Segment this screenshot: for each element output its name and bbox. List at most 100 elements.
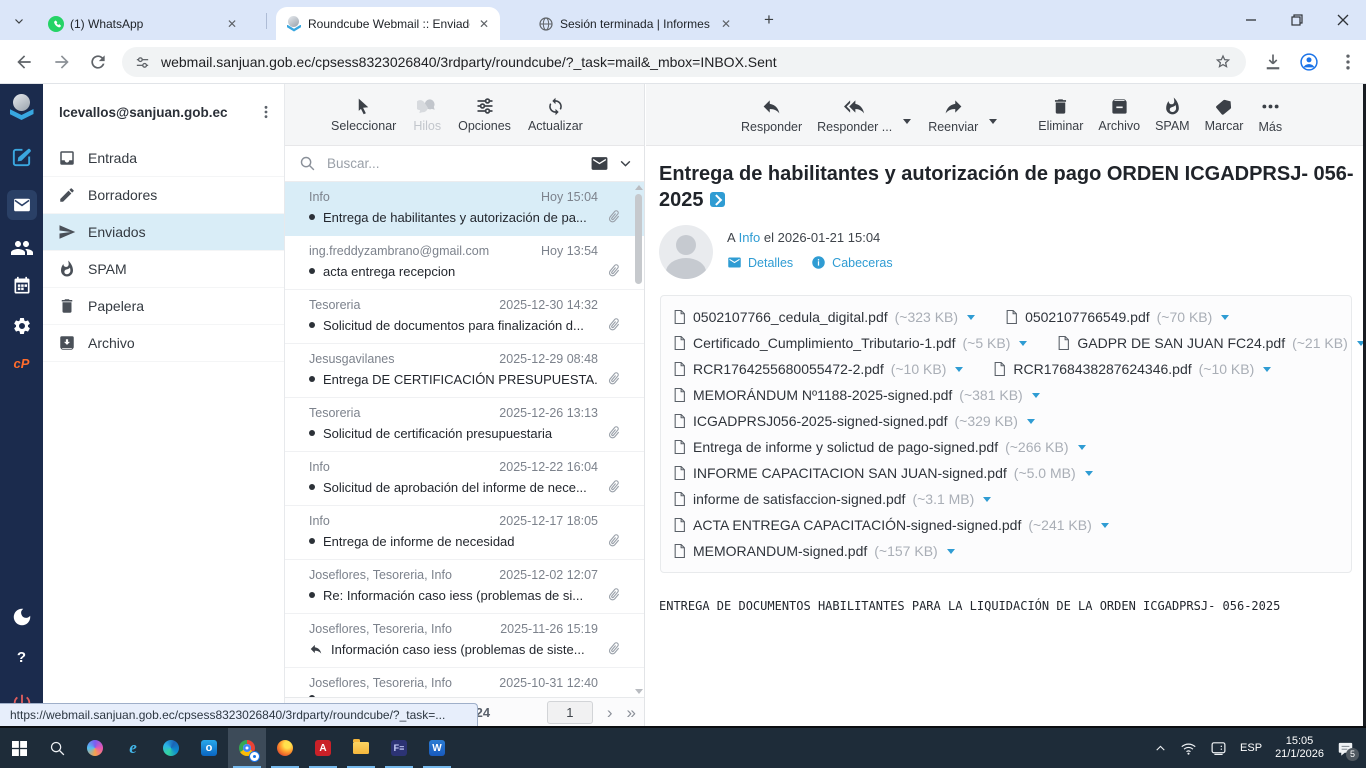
folder-entrada[interactable]: Entrada — [43, 140, 284, 177]
refresh-button[interactable]: Actualizar — [528, 97, 583, 133]
page-number[interactable]: 1 — [546, 700, 593, 724]
tab-roundcube[interactable]: Roundcube Webmail :: Enviados ✕ — [276, 7, 500, 40]
forward-button[interactable] — [52, 52, 72, 72]
list-item[interactable]: Info Hoy 15:04 Entrega de habilitantes y … — [285, 182, 644, 236]
attachment[interactable]: Entrega de informe y solictud de pago-si… — [673, 439, 1086, 455]
attachment-menu-caret[interactable] — [1031, 392, 1040, 398]
forward-menu-caret[interactable] — [987, 119, 999, 124]
folder-papelera[interactable]: Papelera — [43, 288, 284, 325]
taskbar-edge-button[interactable] — [152, 728, 190, 768]
start-button[interactable] — [0, 728, 38, 768]
open-in-new-window-icon[interactable] — [709, 192, 725, 207]
attachment[interactable]: Certificado_Cumplimiento_Tributario-1.pd… — [673, 335, 1028, 351]
chevron-down-icon[interactable] — [619, 157, 632, 170]
attachment-menu-caret[interactable] — [1221, 314, 1230, 320]
attachment[interactable]: 0502107766549.pdf (~70 KB) — [1005, 309, 1230, 325]
attachment[interactable]: GADPR DE SAN JUAN FC24.pdf (~21 KB) — [1057, 335, 1365, 351]
contacts-nav-button[interactable] — [0, 236, 43, 260]
folder-spam[interactable]: SPAM — [43, 251, 284, 288]
cpanel-nav-button[interactable]: cP — [0, 356, 43, 371]
reply-all-menu-caret[interactable] — [901, 119, 913, 124]
folder-borradores[interactable]: Borradores — [43, 177, 284, 214]
window-close-button[interactable] — [1320, 0, 1366, 40]
tab-session[interactable]: Sesión terminada | Informes Me ✕ — [528, 7, 742, 40]
spam-button[interactable]: SPAM — [1155, 97, 1190, 133]
taskbar-ie-button[interactable]: e — [114, 728, 152, 768]
language-indicator[interactable]: ESP — [1240, 742, 1262, 754]
taskbar-copilot-button[interactable] — [76, 728, 114, 768]
more-button[interactable]: Más — [1258, 96, 1282, 134]
details-link[interactable]: Detalles — [727, 255, 793, 270]
attachment[interactable]: 0502107766_cedula_digital.pdf (~323 KB) — [673, 309, 976, 325]
list-item[interactable]: Info 2025-12-22 16:04 Solicitud de aproba… — [285, 452, 644, 506]
tab-search-button[interactable] — [10, 12, 28, 30]
back-button[interactable] — [14, 52, 34, 72]
attachment[interactable]: informe de satisfaccion-signed.pdf (~3.1 … — [673, 491, 992, 507]
taskbar-f-app-button[interactable]: F≡ — [380, 728, 418, 768]
help-button[interactable]: ? — [0, 649, 43, 666]
bookmark-star-icon[interactable] — [1214, 53, 1232, 71]
threads-button[interactable]: Hilos — [413, 96, 441, 133]
attachment-menu-caret[interactable] — [967, 314, 976, 320]
attachment[interactable]: ICGADPRSJ056-2025-signed-signed.pdf (~329… — [673, 413, 1035, 429]
close-icon[interactable]: ✕ — [718, 17, 734, 31]
last-page-button[interactable]: » — [627, 704, 636, 721]
mark-button[interactable]: Marcar — [1205, 97, 1243, 133]
dark-mode-button[interactable] — [0, 606, 43, 628]
scroll-down-arrow[interactable] — [635, 689, 643, 694]
attachment[interactable]: MEMORÁNDUM Nº1188-2025-signed.pdf (~381 K… — [673, 387, 1040, 403]
list-item[interactable]: Info 2025-12-17 18:05 Entrega de informe … — [285, 506, 644, 560]
taskbar-word-button[interactable]: W — [418, 728, 456, 768]
search-input[interactable] — [325, 155, 590, 172]
list-scrollbar[interactable] — [633, 182, 643, 697]
reload-button[interactable] — [88, 52, 108, 72]
taskbar-firefox-button[interactable] — [266, 728, 304, 768]
attachment[interactable]: INFORME CAPACITACION SAN JUAN-signed.pdf… — [673, 465, 1093, 481]
taskbar-search-button[interactable] — [38, 728, 76, 768]
scroll-up-arrow[interactable] — [635, 185, 643, 190]
window-restore-button[interactable] — [1274, 0, 1320, 40]
attachment[interactable]: MEMORANDUM-signed.pdf (~157 KB) — [673, 543, 955, 559]
attachment[interactable]: RCR1768438287624346.pdf (~10 KB) — [993, 361, 1272, 377]
attachment-menu-caret[interactable] — [1084, 470, 1093, 476]
address-bar[interactable]: webmail.sanjuan.gob.ec/cpsess8323026840/… — [122, 47, 1246, 77]
forward-button[interactable]: Reenviar — [928, 96, 978, 134]
recipient-link[interactable]: Info — [739, 230, 761, 245]
list-item[interactable]: Tesoreria 2025-12-26 13:13 Solicitud de c… — [285, 398, 644, 452]
delete-button[interactable]: Eliminar — [1038, 97, 1083, 133]
taskbar-clock[interactable]: 15:05 21/1/2026 — [1275, 735, 1324, 761]
reply-button[interactable]: Responder — [741, 96, 802, 134]
scrollbar-thumb[interactable] — [635, 194, 642, 284]
attachment-menu-caret[interactable] — [955, 366, 964, 372]
taskbar-acrobat-button[interactable]: A — [304, 728, 342, 768]
settings-nav-button[interactable] — [0, 316, 43, 336]
folder-archivo[interactable]: Archivo — [43, 325, 284, 362]
list-item[interactable]: Tesoreria 2025-12-30 14:32 Solicitud de d… — [285, 290, 644, 344]
tab-whatsapp[interactable]: (1) WhatsApp ✕ — [38, 7, 248, 40]
tray-expand-button[interactable] — [1154, 742, 1167, 755]
archive-button[interactable]: Archivo — [1098, 97, 1140, 133]
site-info-icon[interactable] — [134, 54, 151, 71]
attachment-menu-caret[interactable] — [1263, 366, 1272, 372]
new-tab-button[interactable]: + — [758, 9, 780, 31]
calendar-nav-button[interactable] — [0, 276, 43, 296]
list-item[interactable]: Joseflores, Tesoreria, Info 2025-11-26 15… — [285, 614, 644, 668]
attachment-menu-caret[interactable] — [1019, 340, 1028, 346]
select-button[interactable]: Seleccionar — [331, 97, 396, 133]
list-item[interactable]: Joseflores, Tesoreria, Info 2025-12-02 12… — [285, 560, 644, 614]
options-button[interactable]: Opciones — [458, 96, 511, 133]
notification-center-button[interactable]: 5 — [1337, 740, 1359, 761]
account-menu-kebab-icon[interactable] — [258, 104, 274, 120]
close-icon[interactable]: ✕ — [224, 17, 240, 31]
compose-button[interactable] — [0, 146, 43, 169]
window-minimize-button[interactable] — [1228, 0, 1274, 40]
connect-display-icon[interactable] — [1210, 740, 1227, 757]
reply-all-button[interactable]: Responder ... — [817, 96, 892, 134]
attachment-menu-caret[interactable] — [1026, 418, 1035, 424]
taskbar-chrome-button[interactable] — [228, 728, 266, 768]
attachment-menu-caret[interactable] — [946, 548, 955, 554]
profile-avatar-icon[interactable] — [1299, 52, 1319, 72]
mail-nav-button[interactable] — [0, 190, 43, 220]
attachment[interactable]: ACTA ENTREGA CAPACITACIÓN-signed-signed.… — [673, 517, 1109, 533]
taskbar-explorer-button[interactable] — [342, 728, 380, 768]
